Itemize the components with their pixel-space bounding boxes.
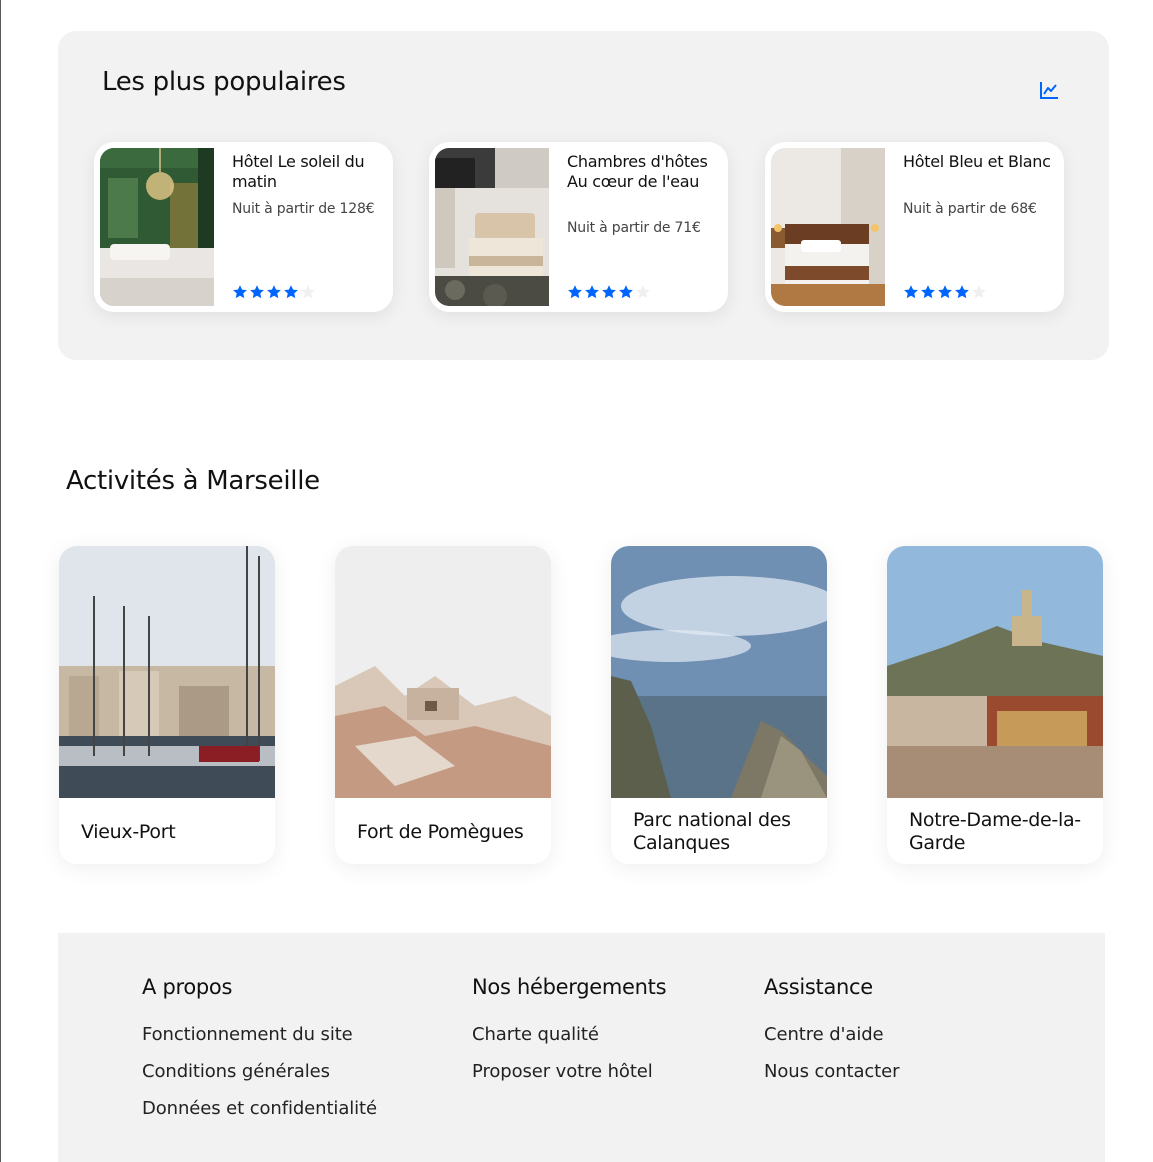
hotel-price: Nuit à partir de 71€ xyxy=(567,220,701,236)
star-empty-icon xyxy=(636,285,650,299)
activity-label: Parc national des Calanques xyxy=(633,809,791,854)
activity-photo xyxy=(335,546,551,798)
hotel-card[interactable]: Chambres d'hôtes Au cœur de l'eau Nuit à… xyxy=(429,142,728,312)
activity-label: Vieux-Port xyxy=(81,821,176,843)
hotel-card[interactable]: Hôtel Le soleil du matin Nuit à partir d… xyxy=(94,142,393,312)
hotel-price: Nuit à partir de 68€ xyxy=(903,201,1037,217)
star-filled-icon xyxy=(267,285,281,299)
activity-label: Notre-Dame-de-la-Garde xyxy=(909,809,1081,854)
star-filled-icon xyxy=(284,285,298,299)
star-filled-icon xyxy=(938,285,952,299)
hotel-photo xyxy=(435,148,549,306)
footer-link[interactable]: Centre d'aide xyxy=(764,1025,899,1045)
star-filled-icon xyxy=(585,285,599,299)
star-empty-icon xyxy=(972,285,986,299)
hotel-rating xyxy=(567,284,651,300)
footer-heading: A propos xyxy=(142,975,233,999)
star-filled-icon xyxy=(602,285,616,299)
popular-title: Les plus populaires xyxy=(102,67,346,97)
star-filled-icon xyxy=(233,285,247,299)
hotel-card[interactable]: Hôtel Bleu et Blanc Nuit à partir de 68€ xyxy=(765,142,1064,312)
hotel-rating xyxy=(232,284,316,300)
footer-column-about: A propos Fonctionnement du site Conditio… xyxy=(142,975,377,1136)
popular-section: Les plus populaires Hôtel Le soleil du m… xyxy=(58,31,1109,360)
activity-card-fort-de-pomegues[interactable]: Fort de Pomègues xyxy=(335,546,551,864)
page-left-border xyxy=(0,0,1,1162)
activity-photo xyxy=(59,546,275,798)
hotel-name: Chambres d'hôtes Au cœur de l'eau xyxy=(567,152,708,191)
trend-chart-icon xyxy=(1040,82,1058,99)
footer-heading: Assistance xyxy=(764,975,873,999)
activity-card-calanques[interactable]: Parc national des Calanques xyxy=(611,546,827,864)
footer-link[interactable]: Données et confidentialité xyxy=(142,1099,377,1119)
footer-heading: Nos hébergements xyxy=(472,975,667,999)
star-filled-icon xyxy=(250,285,264,299)
star-filled-icon xyxy=(921,285,935,299)
hotel-name: Hôtel Le soleil du matin xyxy=(232,152,365,191)
hotel-photo xyxy=(100,148,214,306)
star-filled-icon xyxy=(568,285,582,299)
star-empty-icon xyxy=(301,285,315,299)
site-footer: A propos Fonctionnement du site Conditio… xyxy=(58,933,1105,1162)
activity-photo xyxy=(611,546,827,798)
footer-link[interactable]: Charte qualité xyxy=(472,1025,666,1045)
footer-link[interactable]: Proposer votre hôtel xyxy=(472,1062,666,1082)
activities-title: Activités à Marseille xyxy=(66,466,320,496)
footer-link[interactable]: Conditions générales xyxy=(142,1062,377,1082)
activity-card-notre-dame[interactable]: Notre-Dame-de-la-Garde xyxy=(887,546,1103,864)
footer-link[interactable]: Fonctionnement du site xyxy=(142,1025,377,1045)
activity-photo xyxy=(887,546,1103,798)
hotel-name: Hôtel Bleu et Blanc xyxy=(903,152,1051,171)
hotel-photo xyxy=(771,148,885,306)
hotel-price: Nuit à partir de 128€ xyxy=(232,201,375,217)
star-filled-icon xyxy=(619,285,633,299)
activity-card-vieux-port[interactable]: Vieux-Port xyxy=(59,546,275,864)
hotel-rating xyxy=(903,284,987,300)
star-filled-icon xyxy=(904,285,918,299)
footer-column-accommodations: Nos hébergements Charte qualité Proposer… xyxy=(472,975,667,1099)
activity-label: Fort de Pomègues xyxy=(357,821,524,843)
footer-column-assistance: Assistance Centre d'aide Nous contacter xyxy=(764,975,900,1099)
footer-link[interactable]: Nous contacter xyxy=(764,1062,900,1082)
star-filled-icon xyxy=(955,285,969,299)
